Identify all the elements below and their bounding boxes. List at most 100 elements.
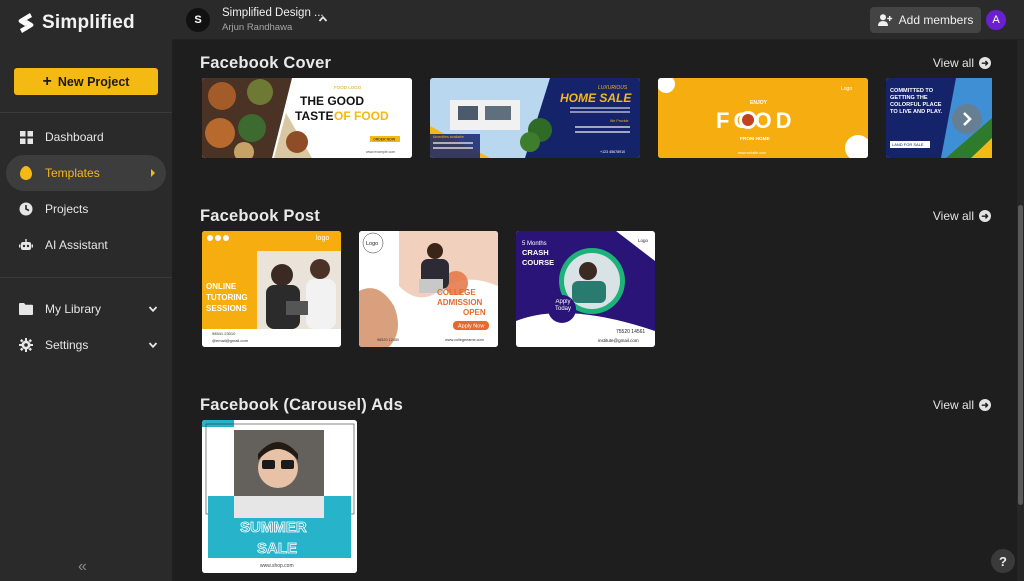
card-brand: FOOD LOGO	[334, 85, 362, 90]
card-tag: We Provide	[610, 119, 629, 123]
template-preview: SUMMER SALE www.shop.com	[202, 420, 357, 573]
card-logo: Logo	[638, 238, 649, 243]
sidebar-divider	[0, 277, 172, 278]
template-card-crash-course[interactable]: Logo 5 Months CRASH COURSE Apply Today 7…	[516, 231, 655, 347]
card-line: TUTORING	[206, 293, 248, 302]
sidebar-item-label: Templates	[45, 166, 100, 180]
sidebar-item-dashboard[interactable]: Dashboard	[6, 119, 166, 155]
card-line: ONLINE	[206, 282, 237, 291]
card-logo: logo	[316, 235, 329, 242]
card-email: institute@gmail.com	[598, 338, 639, 343]
sidebar-item-templates[interactable]: Templates	[6, 155, 166, 191]
section-title-facebook-post: Facebook Post	[200, 207, 320, 225]
workspace-owner: Arjun Randhawa	[222, 22, 293, 33]
section-title-facebook-cover: Facebook Cover	[200, 54, 332, 72]
view-all-facebook-post[interactable]: View all ➜	[933, 209, 991, 223]
template-preview: logo ONLINE TUTORING SESSIONS 98541 2301…	[202, 231, 341, 347]
sidebar-item-label: AI Assistant	[45, 238, 108, 252]
dashboard-icon	[19, 130, 33, 144]
simplified-logo-icon	[18, 13, 34, 33]
card-logo: Logo	[366, 241, 378, 247]
card-site: www.example.com	[366, 150, 395, 154]
chevron-right-icon	[963, 112, 972, 126]
sidebar-item-label: Projects	[45, 202, 89, 216]
help-button[interactable]: ?	[991, 549, 1015, 573]
card-phone: 98520 12450	[377, 338, 399, 342]
carousel-next-button[interactable]	[952, 104, 982, 134]
content-scrollbar-thumb[interactable]	[1018, 205, 1023, 505]
card-line: TASTE	[295, 109, 333, 123]
help-icon: ?	[999, 553, 1007, 569]
app-root: Simplified + New Project Dashboard Templ…	[0, 0, 1024, 581]
template-card-home-sale[interactable]: Amenities available LUXURIOUS HOME SALE …	[430, 78, 640, 158]
templates-icon	[19, 166, 33, 180]
collapse-sidebar-icon[interactable]: «	[78, 558, 87, 576]
sidebar-item-my-library[interactable]: My Library	[6, 291, 166, 327]
sidebar-divider	[0, 112, 172, 113]
card-line: COURSE	[522, 258, 554, 267]
card-line: 5 Months	[522, 241, 547, 247]
add-user-icon	[877, 14, 892, 26]
template-card-online-tutoring[interactable]: logo ONLINE TUTORING SESSIONS 98541 2301…	[202, 231, 341, 347]
template-preview: Logo COLLEGE ADMISSION OPEN Apply Now 98…	[359, 231, 498, 347]
workspace-avatar[interactable]: S	[186, 8, 210, 32]
sidebar-item-label: Settings	[45, 338, 89, 352]
sidebar-item-settings[interactable]: Settings	[6, 327, 166, 363]
card-line: SESSIONS	[206, 304, 248, 313]
card-line: OF FOOD	[334, 109, 389, 123]
template-card-summer-sale[interactable]: SUMMER SALE www.shop.com	[202, 420, 357, 573]
top-bar: S Simplified Design ... Arjun Randhawa A…	[172, 0, 1024, 40]
card-line: COMMITTED TO GETTING THE COLORFUL PLACE …	[890, 88, 943, 115]
card-line: THE GOOD	[300, 94, 364, 108]
clock-icon	[19, 202, 33, 216]
sidebar-item-label: Dashboard	[45, 130, 104, 144]
templates-content: Facebook Cover View all ➜ FOOD LOGO THE …	[172, 40, 1017, 581]
card-email: @email@gmail.com	[212, 338, 249, 343]
card-phone: 98541 23010	[212, 331, 236, 336]
card-line: COLLEGE	[437, 288, 476, 297]
card-line: SALE	[257, 540, 297, 557]
view-all-label: View all	[932, 398, 974, 412]
chevron-up-icon[interactable]	[318, 14, 328, 24]
card-logo: Logo	[841, 86, 852, 92]
sidebar-item-label: My Library	[45, 302, 102, 316]
new-project-button[interactable]: + New Project	[14, 68, 158, 95]
user-avatar[interactable]: A	[986, 10, 1006, 30]
chevron-down-icon	[148, 342, 158, 349]
sidebar-item-ai-assistant[interactable]: AI Assistant	[6, 227, 166, 263]
brand-logo[interactable]: Simplified	[16, 10, 135, 36]
arrow-right-icon: ➜	[979, 210, 991, 222]
view-all-label: View all	[932, 56, 974, 70]
card-line: FROM HOME	[740, 136, 771, 142]
card-phone: 75520 14561	[616, 329, 645, 335]
card-cta: Apply Today	[554, 299, 571, 312]
template-preview: Logo 5 Months CRASH COURSE Apply Today 7…	[516, 231, 655, 347]
view-all-label: View all	[932, 209, 974, 223]
template-card-college-admission[interactable]: Logo COLLEGE ADMISSION OPEN Apply Now 98…	[359, 231, 498, 347]
chevron-right-icon	[151, 169, 155, 177]
template-preview: FOOD LOGO THE GOOD TASTE OF FOOD ORDER N…	[202, 78, 412, 158]
card-cta: Apply Now	[458, 324, 484, 330]
workspace-title[interactable]: Simplified Design ...	[222, 7, 324, 19]
brand-name: Simplified	[42, 12, 135, 33]
card-cta: ORDER NOW	[373, 138, 396, 142]
robot-icon	[19, 238, 33, 252]
card-tag: Amenities available	[433, 135, 464, 139]
plus-icon: +	[42, 72, 52, 90]
template-card-good-taste-food[interactable]: FOOD LOGO THE GOOD TASTE OF FOOD ORDER N…	[202, 78, 412, 158]
sidebar-item-projects[interactable]: Projects	[6, 191, 166, 227]
card-site: www.shop.com	[260, 563, 294, 569]
sidebar: Simplified + New Project Dashboard Templ…	[0, 0, 172, 581]
add-members-button[interactable]: Add members	[870, 7, 981, 33]
card-line: SUMMER	[240, 519, 307, 536]
arrow-right-icon: ➜	[979, 399, 991, 411]
card-line: OPEN	[463, 308, 486, 317]
view-all-facebook-carousel-ads[interactable]: View all ➜	[933, 398, 991, 412]
card-phone: +123 45678910	[600, 150, 625, 154]
template-card-enjoy-food[interactable]: Logo ENJOY FOOD FROM HOME www.website.co…	[658, 78, 868, 158]
card-line: ENJOY	[750, 100, 768, 106]
view-all-facebook-cover[interactable]: View all ➜	[933, 56, 991, 70]
template-preview: Logo ENJOY FOOD FROM HOME www.website.co…	[658, 78, 868, 158]
card-line: HOME SALE	[560, 91, 632, 105]
card-site: www.collegename.com	[445, 338, 484, 342]
